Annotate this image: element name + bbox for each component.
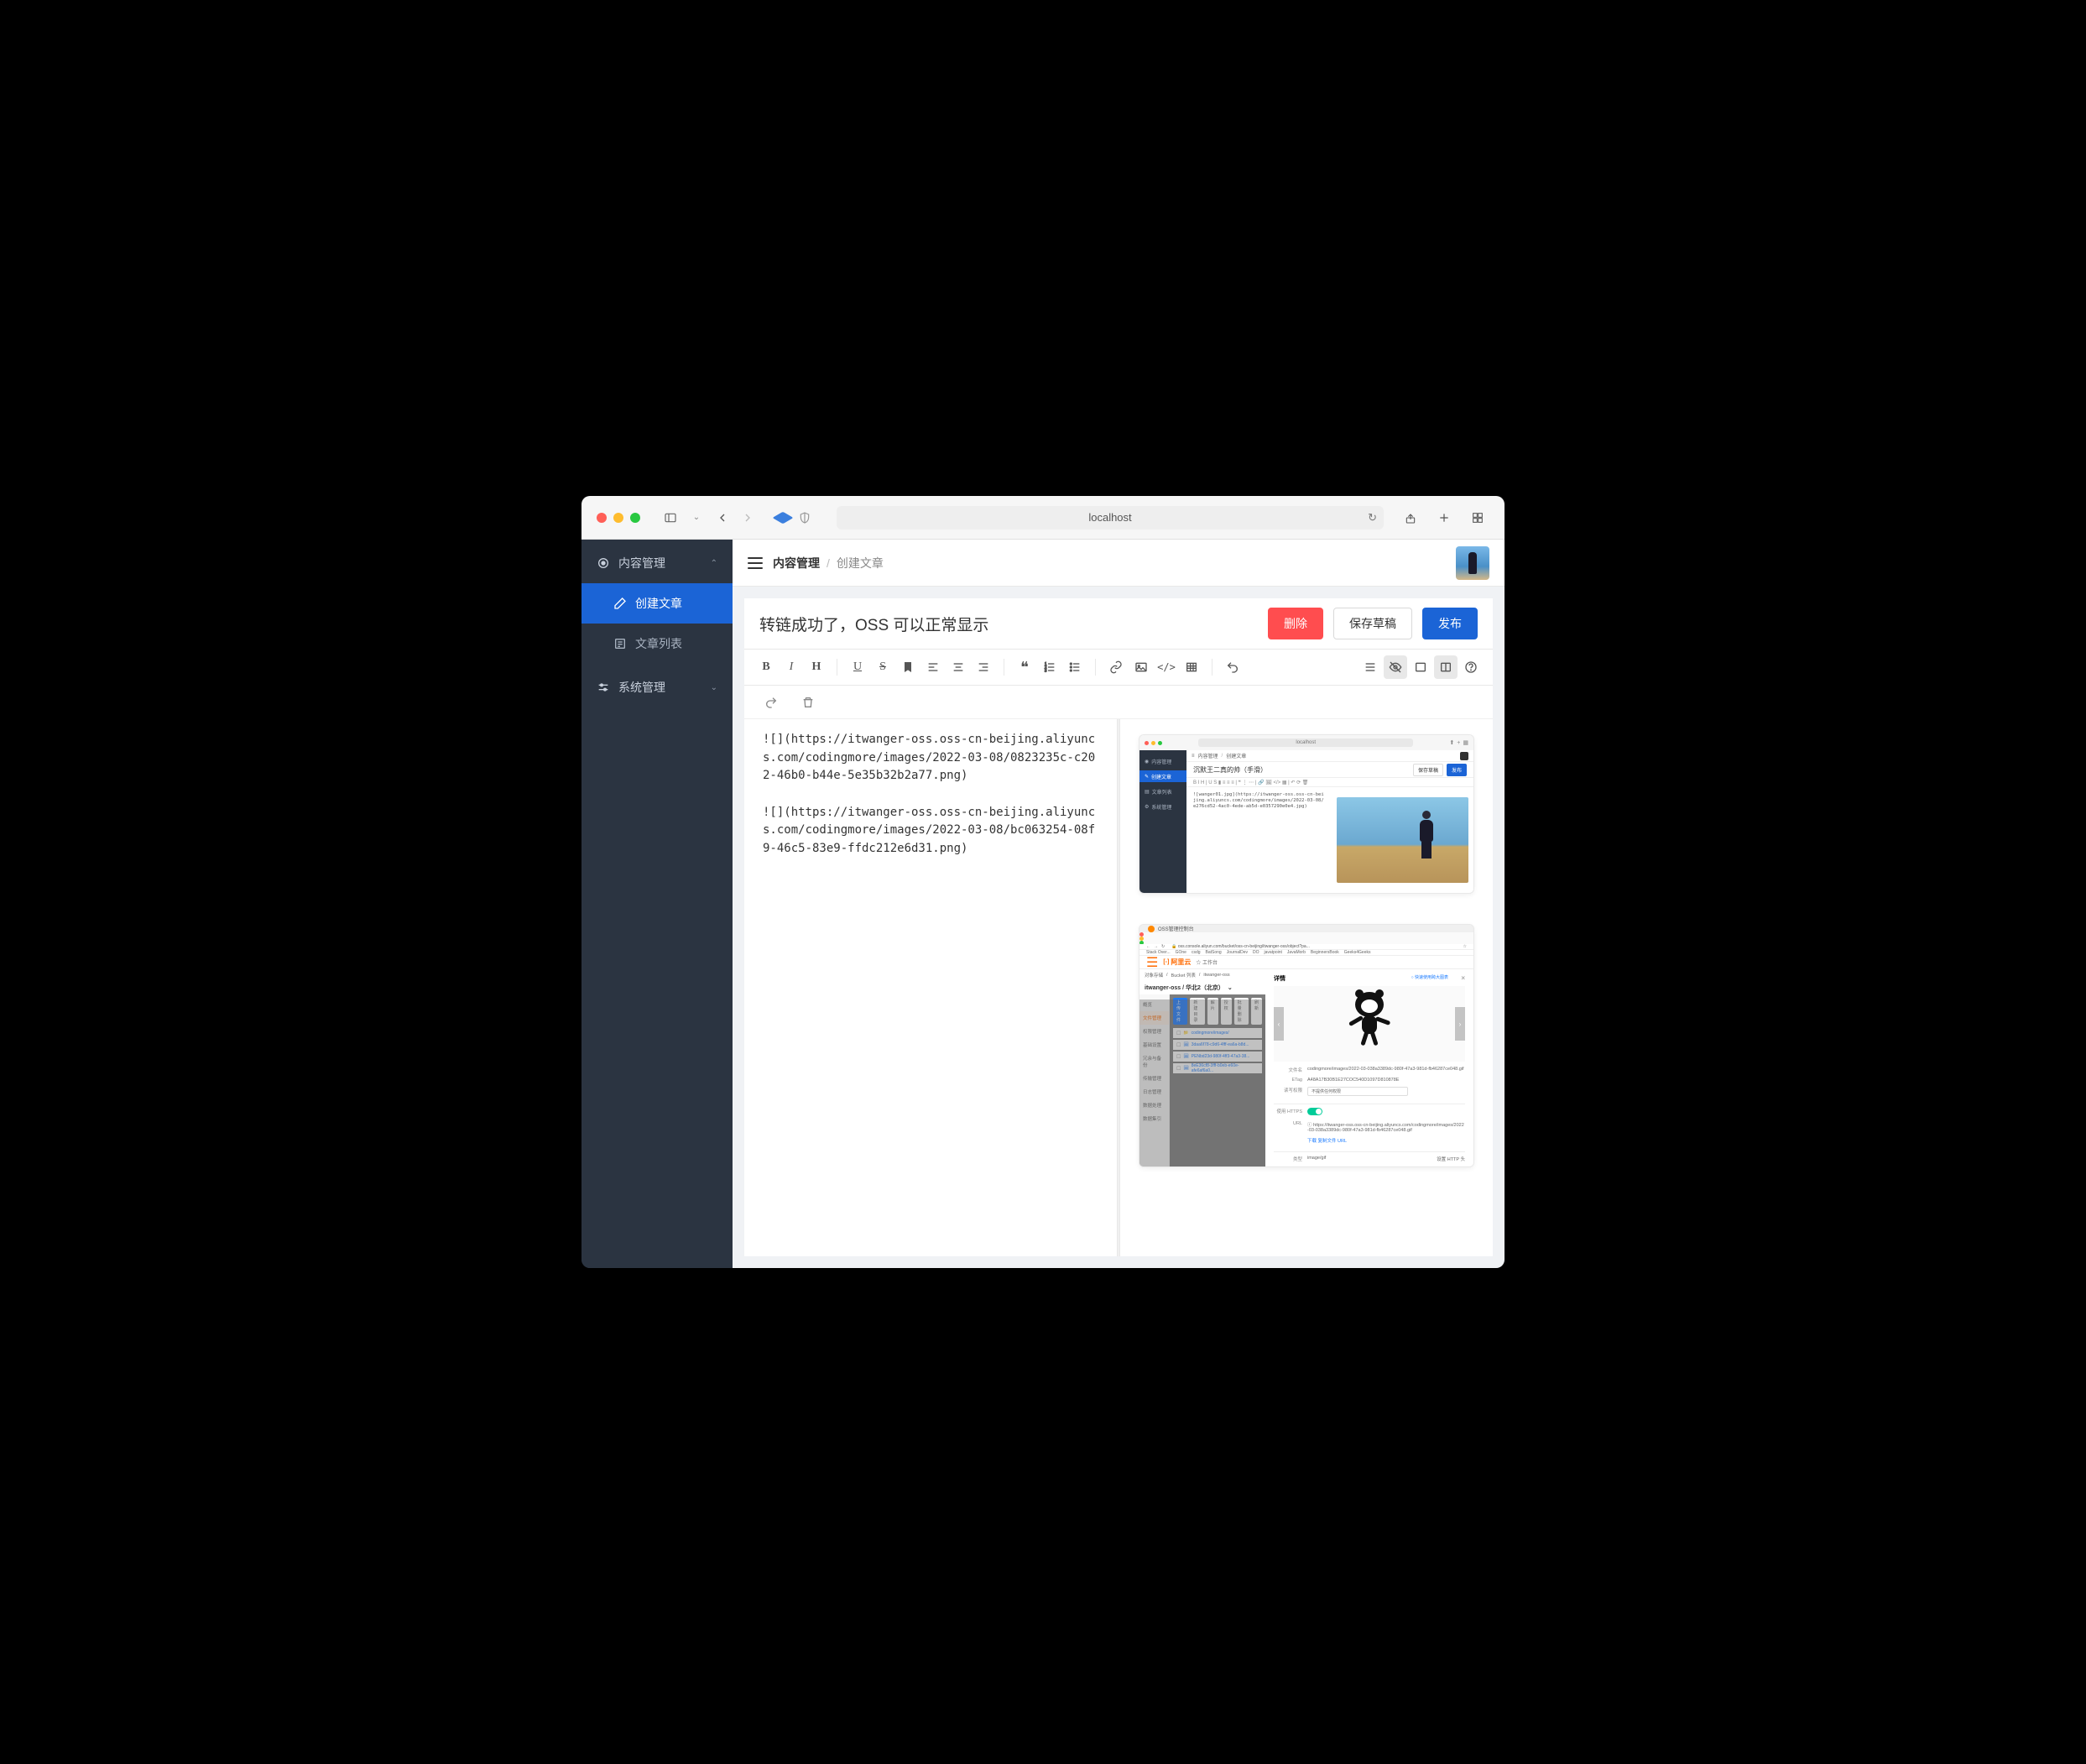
editor-body: ![](https://itwanger-oss.oss-cn-beijing.… (744, 719, 1493, 1256)
privacy-shield-icon[interactable] (796, 509, 813, 526)
list-icon (613, 637, 627, 650)
topbar: 内容管理 / 创建文章 (733, 540, 1505, 587)
sidebar-item-label: 创建文章 (635, 595, 682, 612)
italic-button[interactable]: I (780, 655, 803, 679)
visibility-toggle-button[interactable] (1384, 655, 1407, 679)
preview-image-1: localhost ⬆+▦ ◉内容管理 ✎创建文章 ▤文章列表 ⚙系统管理 (1139, 734, 1474, 894)
traffic-lights (597, 513, 640, 523)
tab-overview-button[interactable] (1466, 508, 1489, 528)
save-draft-button[interactable]: 保存草稿 (1333, 608, 1412, 639)
article-title-input[interactable] (759, 614, 1258, 633)
redo-button[interactable] (759, 691, 783, 714)
align-center-button[interactable] (947, 655, 970, 679)
table-button[interactable] (1180, 655, 1203, 679)
chevron-down-icon[interactable]: ⌄ (689, 508, 704, 528)
heading-button[interactable]: H (805, 655, 828, 679)
address-text: localhost (1088, 511, 1131, 524)
chevron-down-icon: ⌄ (711, 683, 717, 692)
browser-window: ⌄ localhost ↻ (581, 496, 1505, 1268)
sidebar-item-create-article[interactable]: 创建文章 (581, 583, 733, 624)
settings-sliders-icon (597, 681, 610, 694)
strikethrough-button[interactable]: S (871, 655, 894, 679)
forward-button[interactable] (736, 508, 759, 528)
edit-icon (613, 597, 627, 610)
code-button[interactable]: </> (1155, 655, 1178, 679)
editor-toolbar: B I H U S (744, 649, 1493, 686)
minimize-window-button[interactable] (613, 513, 623, 523)
maximize-window-button[interactable] (630, 513, 640, 523)
breadcrumb-home[interactable]: 内容管理 (773, 555, 820, 571)
app-body: 内容管理 ⌃ 创建文章 文章列表 系统管理 ⌄ (581, 540, 1505, 1268)
content-area: 删除 保存草稿 发布 B I H U S (733, 587, 1505, 1268)
bold-button[interactable]: B (754, 655, 778, 679)
sidebar-collapse-button[interactable] (748, 557, 763, 569)
help-button[interactable] (1459, 655, 1483, 679)
breadcrumb-separator: / (827, 556, 830, 570)
image-button[interactable] (1129, 655, 1153, 679)
main-area: 内容管理 / 创建文章 删除 保存草稿 发布 (733, 540, 1505, 1268)
ordered-list-button[interactable]: 123 (1038, 655, 1061, 679)
editor-card: 删除 保存草稿 发布 B I H U S (744, 598, 1493, 1256)
split-view-button[interactable] (1434, 655, 1458, 679)
content-management-icon (597, 556, 610, 570)
new-tab-button[interactable] (1432, 508, 1456, 528)
align-right-button[interactable] (972, 655, 995, 679)
sidebar-item-label: 文章列表 (635, 635, 682, 652)
editor-source-text[interactable]: ![](https://itwanger-oss.oss-cn-beijing.… (763, 731, 1098, 859)
publish-button[interactable]: 发布 (1422, 608, 1478, 639)
editor-source-pane[interactable]: ![](https://itwanger-oss.oss-cn-beijing.… (744, 719, 1117, 1256)
back-button[interactable] (711, 508, 734, 528)
sidebar-group-system[interactable]: 系统管理 ⌄ (581, 664, 733, 707)
fullscreen-button[interactable] (1409, 655, 1432, 679)
sidebar-item-article-list[interactable]: 文章列表 (581, 624, 733, 664)
share-button[interactable] (1399, 508, 1422, 528)
bookmark-button[interactable] (896, 655, 920, 679)
sidebar-toggle-button[interactable] (659, 508, 682, 528)
delete-button[interactable]: 删除 (1268, 608, 1323, 639)
unordered-list-button[interactable] (1063, 655, 1087, 679)
app-sidebar: 内容管理 ⌃ 创建文章 文章列表 系统管理 ⌄ (581, 540, 733, 1268)
title-bar: 删除 保存草稿 发布 (744, 598, 1493, 649)
outline-button[interactable] (1359, 655, 1382, 679)
align-left-button[interactable] (921, 655, 945, 679)
address-bar[interactable]: localhost ↻ (837, 506, 1384, 530)
trash-button[interactable] (796, 691, 820, 714)
editor-secondary-toolbar (744, 686, 1493, 719)
sidebar-group-content[interactable]: 内容管理 ⌃ (581, 540, 733, 583)
chevron-up-icon: ⌃ (711, 559, 717, 568)
editor-preview-pane: localhost ⬆+▦ ◉内容管理 ✎创建文章 ▤文章列表 ⚙系统管理 (1120, 719, 1493, 1256)
link-button[interactable] (1104, 655, 1128, 679)
breadcrumb: 内容管理 / 创建文章 (773, 555, 884, 571)
reload-icon[interactable]: ↻ (1368, 511, 1377, 525)
undo-button[interactable] (1221, 655, 1244, 679)
breadcrumb-current: 创建文章 (837, 555, 884, 571)
sidebar-group-label: 系统管理 (618, 679, 665, 696)
extension-cube-icon[interactable] (774, 509, 791, 526)
close-window-button[interactable] (597, 513, 607, 523)
preview-image-2: OSS管理控制台 ←→↻ 🔒 oss.console.aliyun.com/bu… (1139, 924, 1474, 1167)
quote-button[interactable]: ❝ (1013, 655, 1036, 679)
user-avatar[interactable] (1456, 546, 1489, 580)
sidebar-group-label: 内容管理 (618, 555, 665, 571)
svg-text:3: 3 (1045, 669, 1047, 673)
browser-chrome: ⌄ localhost ↻ (581, 496, 1505, 540)
underline-button[interactable]: U (846, 655, 869, 679)
